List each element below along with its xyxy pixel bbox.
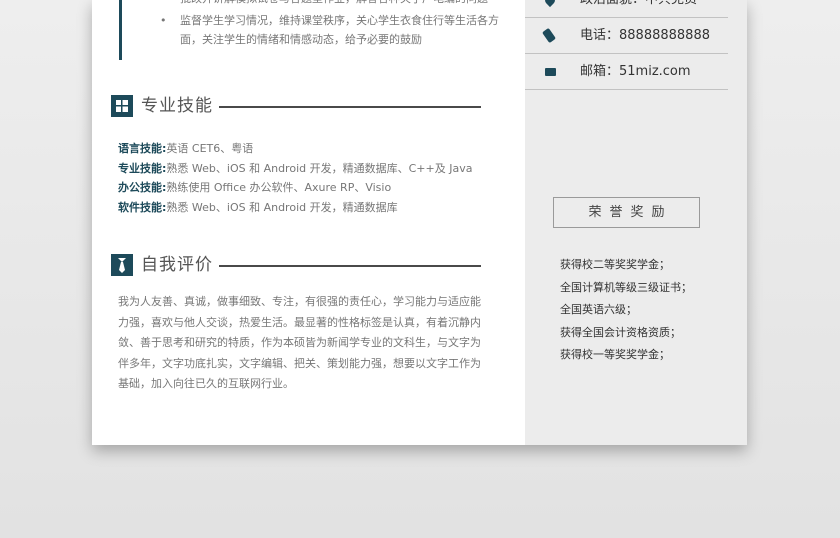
skill-label: 软件技能:: [118, 200, 167, 214]
work-bullet: 批改并讲解模拟试卷与各题型作业，解答各种关于广电编的问题: [160, 0, 500, 8]
skill-row: 软件技能:熟悉 Web、iOS 和 Android 开发，精通数据库: [118, 198, 508, 218]
contact-row: 政治面貌：中共党员: [525, 0, 728, 18]
skill-value: 熟练使用 Office 办公软件、Axure RP、Visio: [166, 181, 392, 194]
self-eval-header: 自我评价: [111, 254, 481, 278]
honor-item: 获得校一等奖奖学金；: [560, 348, 670, 361]
skill-value: 熟悉 Web、iOS 和 Android 开发，精通数据库、C++及 Java: [166, 161, 473, 175]
skill-label: 专业技能:: [118, 161, 167, 175]
contact-row: 邮箱：51miz.com: [525, 54, 728, 90]
contact-row: 电话：88888888888: [525, 18, 728, 54]
self-eval-title: 自我评价: [141, 255, 213, 275]
honor-item: 获得全国会计资格资质；: [560, 325, 681, 339]
skill-row: 专业技能:熟悉 Web、iOS 和 Android 开发，精通数据库、C++及 …: [118, 159, 508, 179]
skill-row: 办公技能:熟练使用 Office 办公软件、Axure RP、Visio: [118, 178, 508, 198]
skill-label: 语言技能:: [118, 142, 167, 155]
honors-title: 荣誉奖励: [553, 197, 700, 228]
self-eval-text: 我为人友善、真诚，做事细致、专注，有很强的责任心，学习能力与适应能力强，喜欢与他…: [118, 295, 481, 390]
timeline-bar: [119, 0, 122, 60]
skills-title: 专业技能: [141, 96, 213, 116]
divider: [219, 265, 481, 267]
mail-icon: [545, 68, 556, 76]
skills-list: 语言技能:英语 CET6、粤语 专业技能:熟悉 Web、iOS 和 Androi…: [118, 139, 508, 217]
divider: [219, 106, 481, 108]
skill-row: 语言技能:英语 CET6、粤语: [118, 139, 508, 159]
honor-item: 全国计算机等级三级证书；: [560, 280, 692, 294]
contact-text: 邮箱：51miz.com: [580, 64, 691, 79]
skill-value: 英语 CET6、粤语: [166, 142, 254, 155]
skill-label: 办公技能:: [118, 181, 167, 194]
honor-item: 获得校二等奖奖学金；: [560, 258, 670, 271]
honors-list: 获得校二等奖奖学金； 全国计算机等级三级证书； 全国英语六级； 获得全国会计资格…: [560, 254, 692, 367]
work-bullets: 批改并讲解模拟试卷与各题型作业，解答各种关于广电编的问题 监督学生学习情况，维持…: [160, 0, 500, 49]
windows-icon: [111, 95, 133, 117]
phone-icon: [541, 27, 557, 44]
location-icon: [542, 0, 558, 8]
skill-value: 熟悉 Web、iOS 和 Android 开发，精通数据库: [166, 200, 398, 214]
resume-page: 批改并讲解模拟试卷与各题型作业，解答各种关于广电编的问题 监督学生学习情况，维持…: [92, 0, 747, 445]
honor-item: 全国英语六级；: [560, 303, 637, 316]
work-bullet: 监督学生学习情况，维持课堂秩序，关心学生衣食住行等生活各方面，关注学生的情绪和情…: [160, 11, 500, 49]
skills-header: 专业技能: [111, 95, 481, 119]
contact-text: 政治面貌：中共党员: [580, 0, 697, 18]
tie-icon: [111, 254, 133, 276]
contact-text: 电话：88888888888: [580, 28, 710, 43]
